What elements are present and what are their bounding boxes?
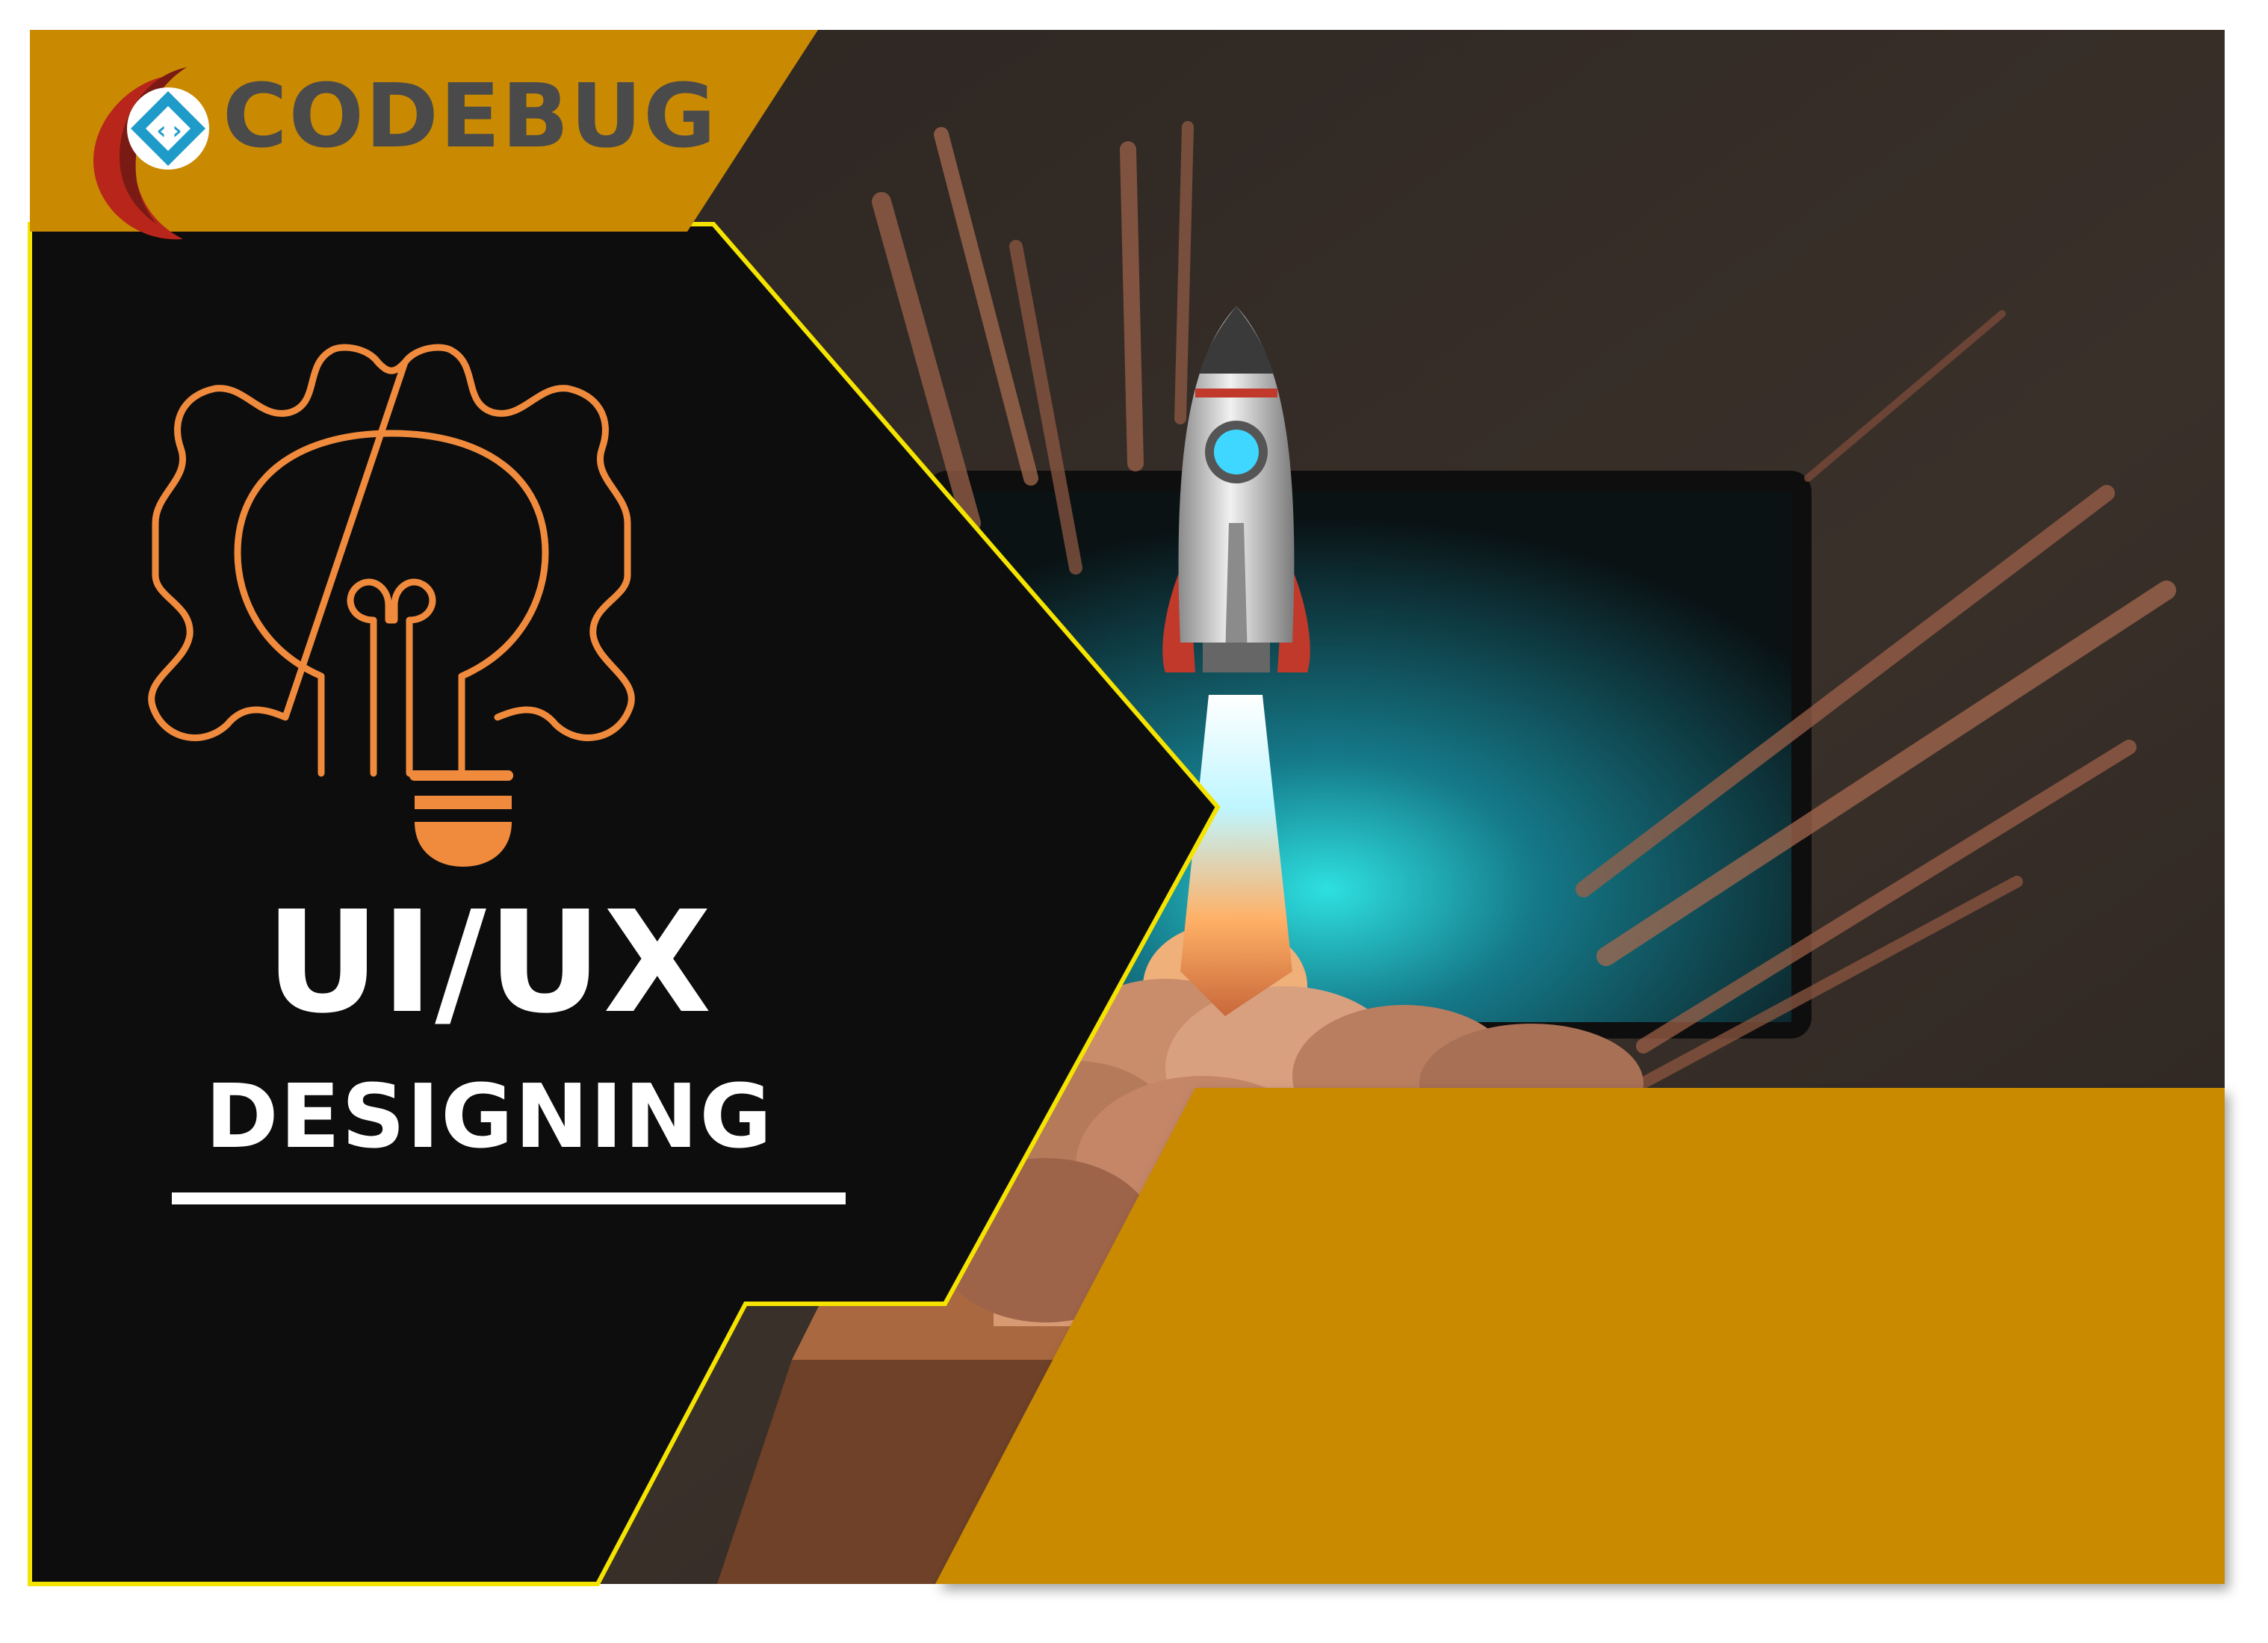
headline-sub: DESIGNING	[205, 1065, 774, 1168]
title-underline	[172, 1192, 846, 1204]
brand-name: CODEBUG	[223, 64, 718, 167]
banner: ‹› CODEBUG UI/UX DESIGNING	[0, 0, 2268, 1643]
svg-text:‹›: ‹›	[154, 116, 185, 146]
banner-artwork: ‹›	[28, 30, 2225, 1586]
headline-main: UI/UX	[265, 881, 713, 1045]
